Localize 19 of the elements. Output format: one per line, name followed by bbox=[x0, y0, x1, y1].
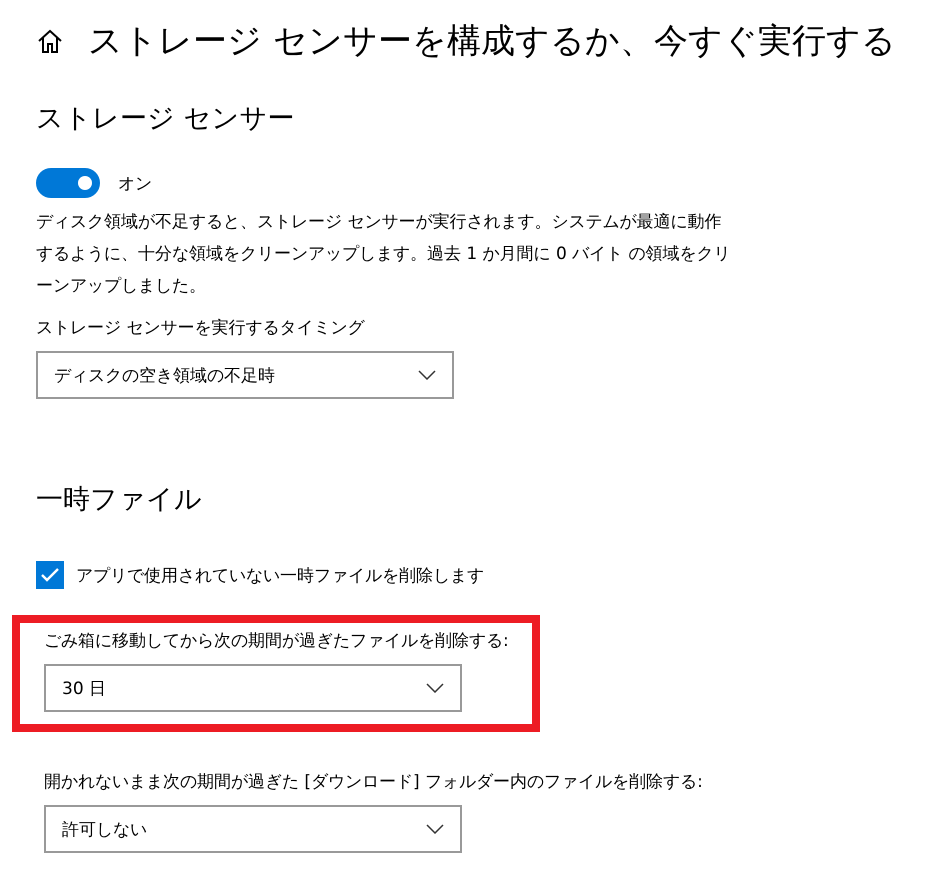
caret-icon bbox=[426, 683, 444, 693]
section-heading: ストレージ センサー bbox=[36, 102, 296, 136]
dropdown[interactable]: 30 日 bbox=[44, 664, 462, 712]
caret-icon bbox=[418, 370, 436, 380]
checkbox-label: アプリで使用されていない一時ファイルを削除します bbox=[76, 564, 484, 586]
dropdown-label: ストレージ センサーを実行するタイミング bbox=[36, 317, 364, 339]
caret-icon bbox=[426, 824, 444, 834]
checkmark-icon bbox=[40, 567, 60, 583]
section-heading: 一時ファイル bbox=[36, 483, 203, 517]
toggle-label: オン bbox=[118, 172, 152, 194]
page-title: ストレージ センサーを構成するか、今すぐ実行する bbox=[88, 20, 896, 63]
dropdown-label: ごみ箱に移動してから次の期間が過ぎたファイルを削除する: bbox=[44, 630, 509, 652]
checkbox[interactable] bbox=[36, 561, 64, 589]
home-icon[interactable] bbox=[36, 27, 64, 55]
dropdown[interactable]: ディスクの空き領域の不足時 bbox=[36, 351, 454, 399]
toggle-switch[interactable] bbox=[36, 168, 100, 198]
description-text: ディスク領域が不足すると、ストレージ センサーが実行されます。システムが最適に動作するように、十分な領域をクリーンアップします。過去 1 か月間に 0 バイト の領域をクリーンアップしました。 bbox=[36, 211, 732, 298]
dropdown-label: 開かれないまま次の期間が過ぎた [ダウンロード] フォルダー内のファイルを削除する: bbox=[44, 771, 703, 793]
dropdown[interactable]: 許可しない bbox=[44, 805, 462, 853]
